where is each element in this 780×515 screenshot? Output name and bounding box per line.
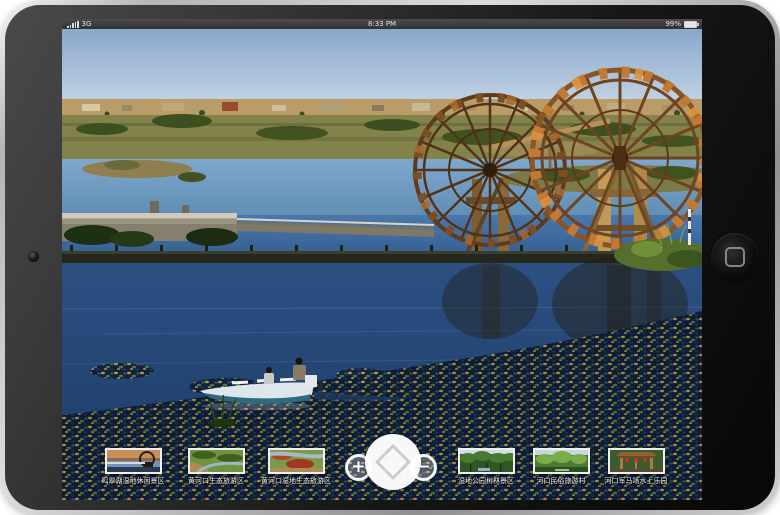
tablet-device: 3G 8:33 PM 99% [0,0,780,515]
distant-village [62,99,702,117]
thumbnail-4[interactable] [458,448,515,474]
zoom-out-button[interactable]: − [410,454,437,481]
waterwheel-scene [62,29,702,500]
home-button[interactable] [711,233,759,281]
clock-label: 8:33 PM [62,19,702,29]
thumbnail-6[interactable] [608,448,665,474]
front-camera-icon [28,251,39,262]
thumbnail-1[interactable] [105,448,162,474]
status-bar: 3G 8:33 PM 99% [62,19,702,29]
mooring-pole [688,209,691,245]
thumbnail-5[interactable] [533,448,590,474]
thumbnail-3[interactable] [268,448,325,474]
panorama-photo[interactable]: 鸣翠湖湿地休闲景区 黄河口生态旅游区 黄河口湿地生态旅游区 湿地公园树林景区 河… [62,29,702,500]
battery-icon [684,21,697,28]
home-button-square-icon [725,247,745,267]
thumbnail-2[interactable] [188,448,245,474]
screen: 3G 8:33 PM 99% [62,19,702,500]
